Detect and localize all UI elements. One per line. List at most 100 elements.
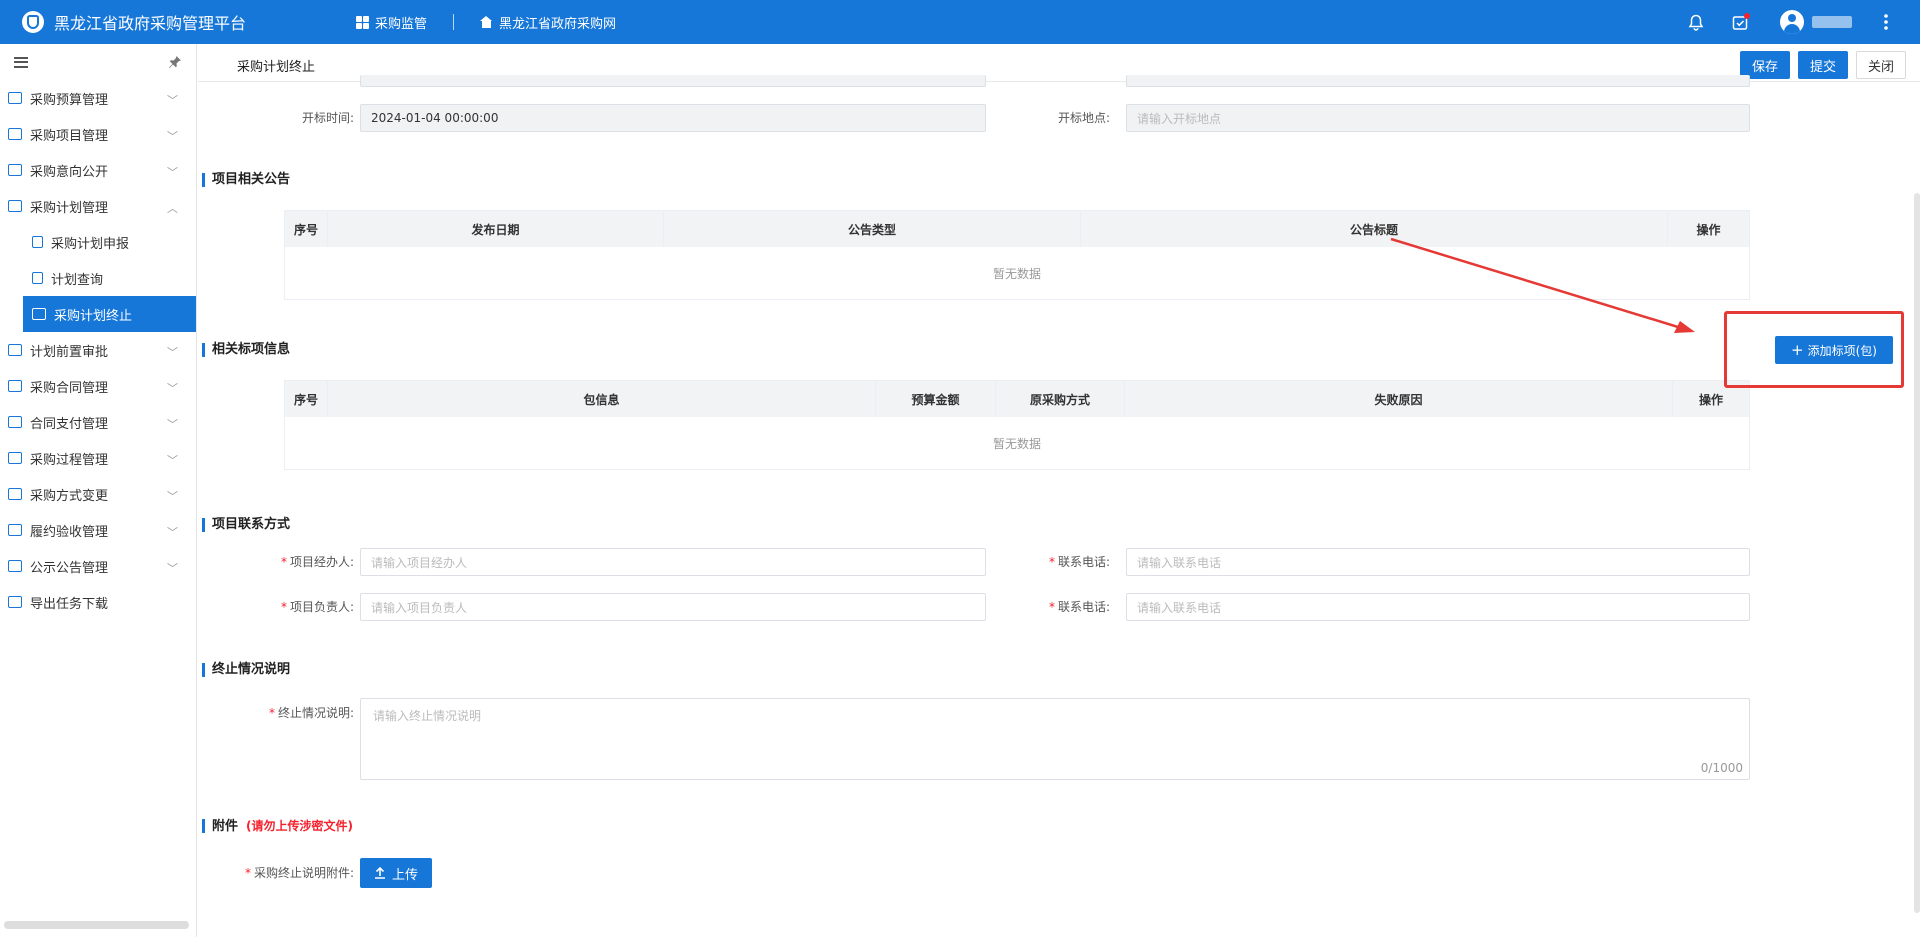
menu-toggle-icon[interactable] [14,56,28,68]
payment-icon [8,416,22,428]
announcement-icon [8,560,22,572]
column-header: 包信息 [328,381,876,417]
phone2-input[interactable]: 请输入联系电话 [1126,593,1750,621]
column-header: 失败原因 [1125,381,1673,417]
acceptance-icon [8,524,22,536]
intent-icon [8,164,22,176]
sidebar-item-payment[interactable]: 合同支付管理 ﹀ [0,404,196,440]
sidebar-item-label: 计划前置审批 [30,344,109,360]
sidebar-item-budget[interactable]: 采购预算管理 ﹀ [0,80,196,116]
chevron-down-icon: ﹀ [167,562,178,575]
username-masked[interactable] [1812,16,1852,28]
sidebar-item-plan-declare[interactable]: 采购计划申报 [0,224,196,260]
page-title: 采购计划终止 [237,60,316,75]
bell-icon[interactable] [1684,10,1708,34]
more-vertical-icon[interactable] [1874,10,1898,34]
open-time-field[interactable]: 2024-01-04 00:00:00 [360,104,986,132]
open-place-label: 开标地点: [1057,111,1110,125]
termination-textarea[interactable]: 请输入终止情况说明 0/1000 [360,698,1750,780]
sidebar-item-label: 采购意向公开 [30,164,109,180]
project-icon [8,128,22,140]
sidebar-item-export[interactable]: 导出任务下载 [0,584,196,620]
empty-state: 暂无数据 [992,436,1041,451]
sidebar-item-acceptance[interactable]: 履约验收管理 ﹀ [0,512,196,548]
main-content: 开标时间: 2024-01-04 00:00:00 开标地点: 请输入开标地点 … [198,75,1920,937]
upload-label: 上传 [391,867,418,883]
sidebar-item-plan-management[interactable]: 采购计划管理 ︿ [0,188,196,224]
prev-row-input-left [360,75,986,87]
sidebar-item-label: 公示公告管理 [30,560,109,576]
lots-table: 序号 包信息 预算金额 原采购方式 失败原因 操作 暂无数据 [284,380,1750,470]
chevron-down-icon: ﹀ [167,346,178,359]
sidebar-item-method-change[interactable]: 采购方式变更 ﹀ [0,476,196,512]
notices-table: 序号 发布日期 公告类型 公告标题 操作 暂无数据 [284,210,1750,300]
close-button[interactable]: 关闭 [1855,51,1906,79]
textarea-placeholder: 请输入终止情况说明 [373,709,482,723]
column-header: 序号 [285,211,328,247]
section-title-attachment: 附件 (请勿上传涉密文件) [202,819,353,834]
sidebar-item-process[interactable]: 采购过程管理 ﹀ [0,440,196,476]
section-title-contact: 项目联系方式 [202,518,290,532]
sidebar: 采购预算管理 ﹀ 采购项目管理 ﹀ 采购意向公开 ﹀ 采购计划管理 ︿ 采购计划… [0,44,197,937]
top-bar: 黑龙江省政府采购管理平台 采购监管 黑龙江省政府采购网 [0,0,1920,44]
sidebar-item-label: 采购过程管理 [30,452,109,468]
termination-label: * 终止情况说明: [268,706,354,720]
phone1-input[interactable]: 请输入联系电话 [1126,548,1750,576]
sidebar-item-intent[interactable]: 采购意向公开 ﹀ [0,152,196,188]
export-icon [8,596,22,608]
chevron-down-icon: ﹀ [167,454,178,467]
sidebar-item-label: 导出任务下载 [30,596,109,612]
sidebar-item-contract[interactable]: 采购合同管理 ﹀ [0,368,196,404]
sidebar-item-label: 采购计划终止 [54,308,133,324]
column-header: 发布日期 [328,211,664,247]
open-time-label: 开标时间: [301,111,354,125]
sidebar-item-project[interactable]: 采购项目管理 ﹀ [0,116,196,152]
sidebar-item-label: 采购合同管理 [30,380,109,396]
submit-button[interactable]: 提交 [1797,51,1848,79]
nav-divider [453,14,455,30]
chevron-up-icon: ︿ [167,202,178,215]
task-icon[interactable] [1728,10,1752,34]
sidebar-item-label: 履约验收管理 [30,524,109,540]
sidebar-item-plan-terminate[interactable]: 采购计划终止 [23,296,196,332]
upload-icon [374,867,385,879]
sidebar-item-label: 采购预算管理 [30,92,109,108]
manager-input[interactable]: 请输入项目经办人 [360,548,986,576]
sidebar-item-plan-query[interactable]: 计划查询 [0,260,196,296]
attachment-label: * 采购终止说明附件: [244,866,354,880]
sidebar-item-label: 合同支付管理 [30,416,109,432]
sidebar-header [0,44,196,80]
home-icon [480,16,493,28]
budget-icon [8,92,22,104]
sidebar-item-label: 采购计划管理 [30,200,109,216]
avatar[interactable] [1780,10,1804,34]
plus-icon: + [1791,340,1804,359]
nav-procurement-supervision[interactable]: 采购监管 [356,13,427,32]
top-nav: 采购监管 黑龙江省政府采购网 [356,13,616,32]
sidebar-item-announcement[interactable]: 公示公告管理 ﹀ [0,548,196,584]
section-title-notices: 项目相关公告 [202,173,290,187]
sidebar-scrollbar[interactable] [4,921,189,929]
upload-button[interactable]: 上传 [360,858,432,888]
char-counter: 0/1000 [1700,761,1743,775]
contract-icon [8,380,22,392]
chevron-down-icon: ﹀ [167,382,178,395]
app-title: 黑龙江省政府采购管理平台 [54,14,247,33]
method-icon [8,488,22,500]
section-title-lots: 相关标项信息 [202,343,290,357]
sidebar-item-pre-approval[interactable]: 计划前置审批 ﹀ [0,332,196,368]
empty-state: 暂无数据 [992,266,1041,281]
pin-icon[interactable] [168,55,182,69]
terminate-doc-icon [32,308,46,320]
owner-input[interactable]: 请输入项目负责人 [360,593,986,621]
open-place-field[interactable]: 请输入开标地点 [1126,104,1750,132]
vertical-scrollbar[interactable] [1914,193,1920,913]
column-header: 操作 [1696,222,1721,237]
attachment-warning: (请勿上传涉密文件) [246,819,353,833]
column-header: 序号 [285,381,328,417]
chevron-down-icon: ﹀ [167,130,178,143]
add-lot-button[interactable]: + 添加标项(包) [1775,336,1893,364]
nav-procurement-website[interactable]: 黑龙江省政府采购网 [480,13,616,32]
grid-icon [356,15,370,29]
approval-icon [8,344,22,356]
